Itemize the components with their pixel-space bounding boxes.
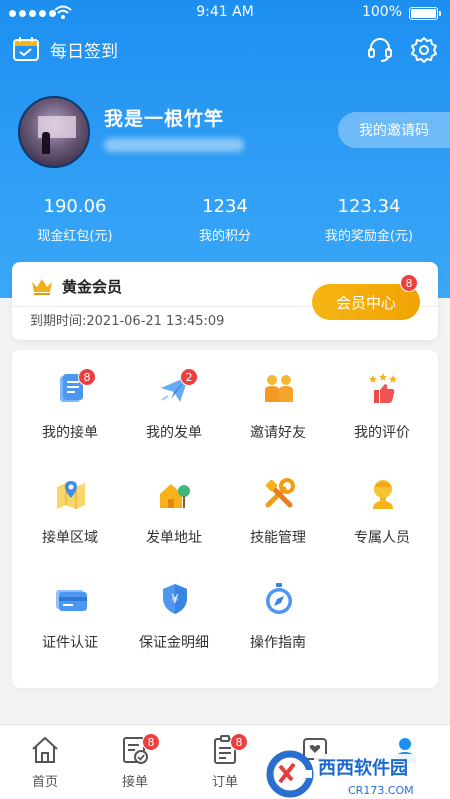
grid-item-label: 操作指南 <box>250 635 306 651</box>
deposit-shield-icon: ¥ <box>163 584 187 614</box>
stat-value: 1234 <box>202 196 248 217</box>
grid-item-order-area[interactable]: 接单区域 <box>18 455 122 555</box>
stat-reward[interactable]: 123.34 我的奖励金(元) <box>294 196 444 244</box>
grid-item-dedicated-staff[interactable]: 专属人员 <box>330 455 434 555</box>
invite-friends-icon <box>265 375 293 402</box>
grid-item-label: 接单区域 <box>42 530 98 546</box>
crown-icon <box>32 279 52 295</box>
area-map-icon <box>57 481 85 509</box>
compass-icon <box>266 583 292 614</box>
battery-icon <box>409 7 441 20</box>
vip-expiry: 到期时间:2021-06-21 13:45:09 <box>30 314 225 329</box>
item-badge: 2 <box>180 368 198 386</box>
tab-badge: 8 <box>142 733 160 751</box>
site-watermark: 西西软件园 CR173.COM <box>266 750 446 798</box>
grid-item-label: 我的接单 <box>42 425 98 441</box>
home-icon <box>32 737 58 763</box>
svg-text:¥: ¥ <box>171 592 179 606</box>
dedicated-staff-icon <box>373 480 393 509</box>
grid-item-my-orders[interactable]: 8 我的接单 <box>18 350 122 450</box>
vip-membership-card: 黄金会员 到期时间:2021-06-21 13:45:09 会员中心 8 <box>12 262 438 340</box>
vip-title: 黄金会员 <box>62 278 123 296</box>
my-invite-code-button[interactable]: 我的邀请码 <box>338 112 450 148</box>
tab-home[interactable]: 首页 <box>0 725 90 799</box>
blurred-account-id <box>104 138 244 152</box>
grid-item-id-verification[interactable]: 证件认证 <box>18 560 122 660</box>
calendar-check-icon <box>13 37 39 61</box>
username: 我是一根竹竿 <box>104 108 225 130</box>
stat-points[interactable]: 1234 我的积分 <box>150 196 300 244</box>
function-grid: 8 我的接单 2 我的发单 邀请好友 我的评价 接单区域 发单地址 技能管理 专… <box>12 350 438 688</box>
battery-percent: 100% <box>361 4 402 20</box>
grid-item-label: 保证金明细 <box>139 635 209 651</box>
stat-label: 我的积分 <box>198 229 251 244</box>
address-icon <box>160 484 190 508</box>
tab-receive-orders[interactable]: 8 接单 <box>90 725 180 799</box>
tab-label: 接单 <box>121 775 148 790</box>
customer-service-icon[interactable] <box>366 36 394 64</box>
grid-item-label: 我的发单 <box>146 425 202 441</box>
member-center-badge: 8 <box>400 274 418 292</box>
settings-gear-icon[interactable] <box>410 36 438 64</box>
grid-item-label: 技能管理 <box>250 530 306 546</box>
stat-label: 我的奖励金(元) <box>324 229 414 244</box>
item-badge: 8 <box>78 368 96 386</box>
id-card-icon <box>56 590 87 611</box>
review-icon <box>369 373 397 403</box>
stat-value: 190.06 <box>43 196 107 217</box>
tab-label: 首页 <box>31 775 58 790</box>
stat-label: 现金红包(元) <box>37 229 113 244</box>
status-bar: 9:41 AM 100% <box>0 0 450 28</box>
skills-icon <box>265 478 295 508</box>
watermark-brand: 西西软件园 <box>318 757 408 779</box>
grid-item-invite-friends[interactable]: 邀请好友 <box>226 350 330 450</box>
grid-item-label: 证件认证 <box>42 635 98 651</box>
avatar[interactable] <box>18 96 90 168</box>
daily-checkin-button[interactable]: 每日签到 <box>12 36 118 62</box>
grid-item-label: 专属人员 <box>354 530 410 546</box>
tab-label: 订单 <box>211 775 238 790</box>
grid-item-my-sent-orders[interactable]: 2 我的发单 <box>122 350 226 450</box>
tab-orders[interactable]: 8 订单 <box>180 725 270 799</box>
grid-item-skill-management[interactable]: 技能管理 <box>226 455 330 555</box>
grid-item-my-reviews[interactable]: 我的评价 <box>330 350 434 450</box>
tab-badge: 8 <box>230 733 248 751</box>
watermark-url: CR173.COM <box>348 784 414 797</box>
stat-value: 123.34 <box>337 196 401 217</box>
grid-item-label: 我的评价 <box>354 425 410 441</box>
grid-item-label: 发单地址 <box>146 530 202 546</box>
checkin-label: 每日签到 <box>50 41 118 62</box>
grid-item-operation-guide[interactable]: 操作指南 <box>226 560 330 660</box>
grid-item-label: 邀请好友 <box>250 425 306 441</box>
grid-item-send-address[interactable]: 发单地址 <box>122 455 226 555</box>
grid-item-deposit-details[interactable]: ¥ 保证金明细 <box>122 560 226 660</box>
stat-cash-red-packet[interactable]: 190.06 现金红包(元) <box>0 196 150 244</box>
